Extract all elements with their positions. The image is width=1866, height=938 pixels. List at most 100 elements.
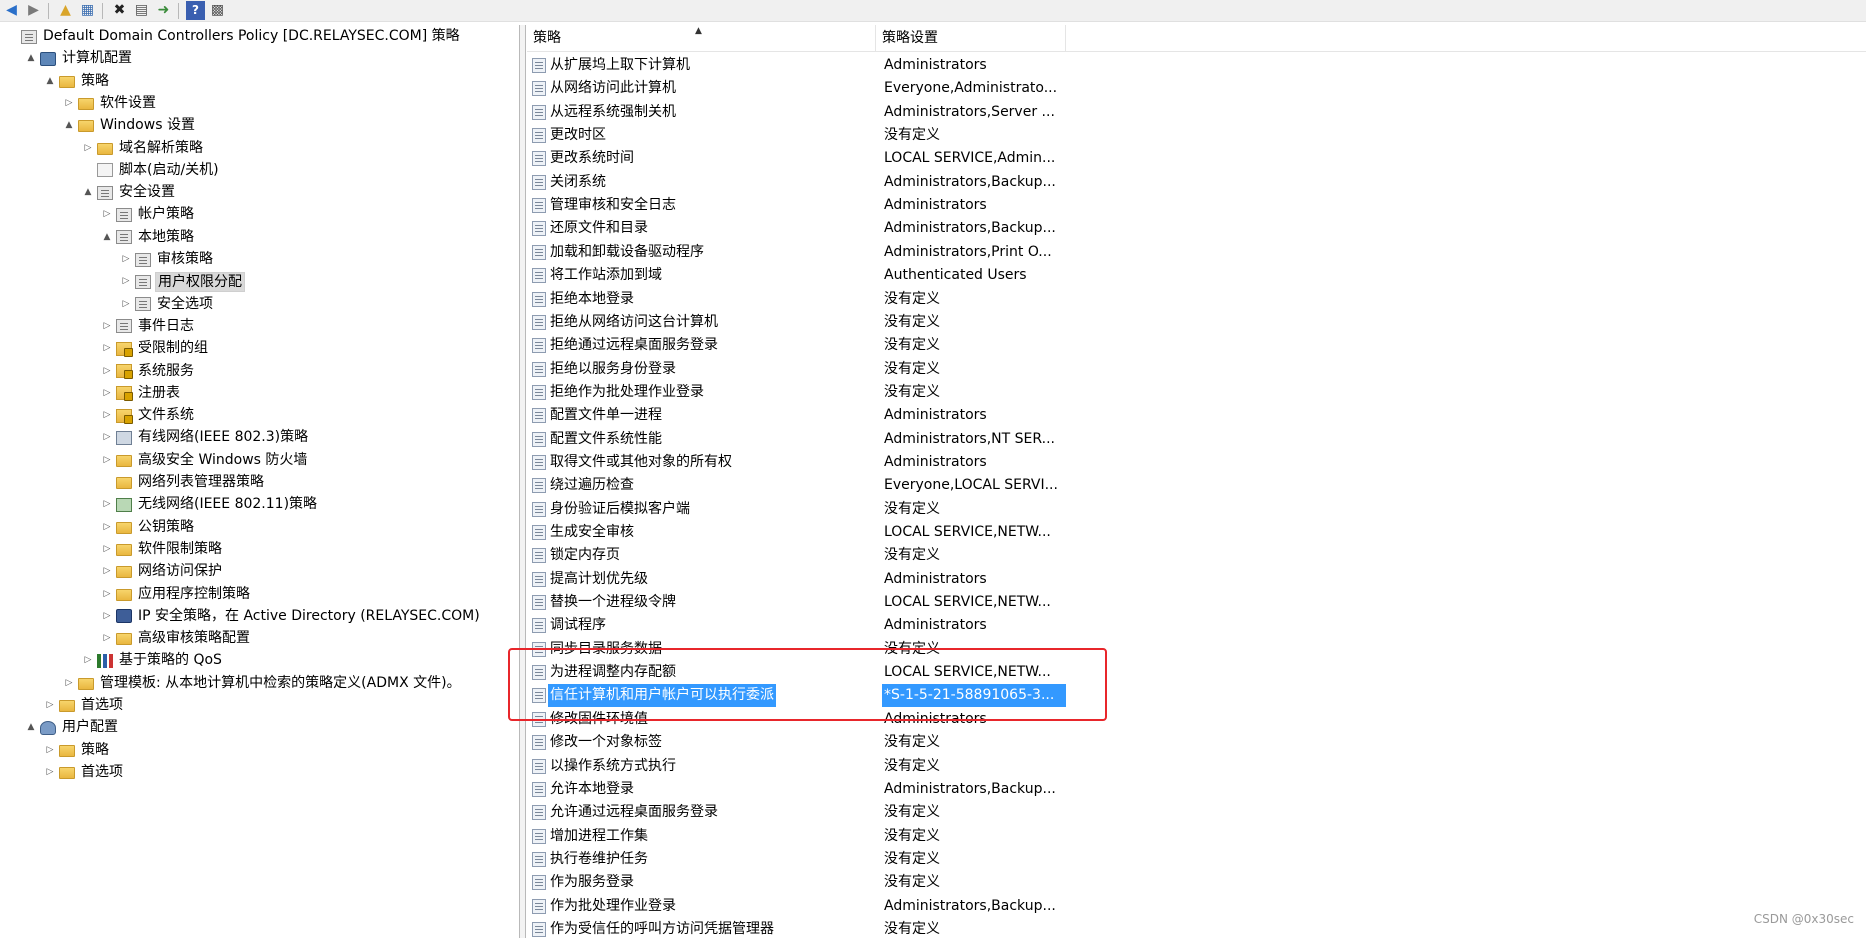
expand-arrow-icon[interactable]: ▷ — [120, 294, 132, 315]
tree-item[interactable]: ▷ 首选项 — [44, 695, 125, 716]
tree-item[interactable]: ▷ 审核策略 — [120, 249, 215, 270]
policy-row[interactable]: 调试程序 Administrators — [527, 614, 1866, 637]
expand-arrow-icon[interactable]: ▷ — [101, 204, 113, 225]
expand-arrow-icon[interactable]: ▷ — [82, 138, 94, 159]
tree-item[interactable]: ▷ 首选项 — [44, 762, 125, 783]
expand-arrow-icon[interactable]: ▷ — [101, 383, 113, 404]
policy-row[interactable]: 提高计划优先级 Administrators — [527, 568, 1866, 591]
tree-item[interactable]: ▷ 基于策略的 QoS — [82, 650, 224, 671]
policy-row[interactable]: 锁定内存页 没有定义 — [527, 544, 1866, 567]
tree-item[interactable]: ▷ 网络访问保护 — [101, 561, 224, 582]
tree-item[interactable]: ▲ 本地策略 — [101, 227, 196, 248]
expand-arrow-icon[interactable]: ▷ — [101, 405, 113, 426]
tree-item[interactable]: ▷ 软件限制策略 — [101, 539, 224, 560]
policy-row[interactable]: 加载和卸载设备驱动程序 Administrators,Print O... — [527, 241, 1866, 264]
policy-row[interactable]: 作为受信任的呼叫方访问凭据管理器 没有定义 — [527, 918, 1866, 938]
policy-row[interactable]: 替换一个进程级令牌 LOCAL SERVICE,NETW... — [527, 591, 1866, 614]
tree-item[interactable]: ▷ 高级安全 Windows 防火墙 — [101, 450, 309, 471]
policy-row[interactable]: 从远程系统强制关机 Administrators,Server ... — [527, 101, 1866, 124]
policy-row[interactable]: 管理审核和安全日志 Administrators — [527, 194, 1866, 217]
policy-row[interactable]: 更改系统时间 LOCAL SERVICE,Admin... — [527, 147, 1866, 170]
expand-arrow-icon[interactable]: ▷ — [82, 650, 94, 671]
tree-item[interactable]: ▷ 文件系统 — [101, 405, 196, 426]
policy-row[interactable]: 允许本地登录 Administrators,Backup... — [527, 778, 1866, 801]
collapse-arrow-icon[interactable]: ▲ — [101, 227, 113, 248]
tree-item[interactable]: ▷ 公钥策略 — [101, 517, 196, 538]
tree-item[interactable]: ▷ 注册表 — [101, 383, 182, 404]
tree-item[interactable]: ▲ 用户配置 — [25, 717, 120, 738]
policy-row[interactable]: 执行卷维护任务 没有定义 — [527, 848, 1866, 871]
policy-row[interactable]: 拒绝从网络访问这台计算机 没有定义 — [527, 311, 1866, 334]
policy-row[interactable]: 绕过遍历检查 Everyone,LOCAL SERVI... — [527, 474, 1866, 497]
tree-item[interactable]: ▷ 无线网络(IEEE 802.11)策略 — [101, 494, 319, 515]
back-arrow-icon[interactable]: ◀ — [2, 1, 21, 20]
collapse-arrow-icon[interactable]: ▲ — [25, 717, 37, 738]
tree-item[interactable]: ▷ 软件设置 — [63, 93, 158, 114]
tree-item[interactable]: 脚本(启动/关机) — [82, 160, 221, 181]
expand-arrow-icon[interactable]: ▷ — [101, 584, 113, 605]
expand-arrow-icon[interactable]: ▷ — [101, 539, 113, 560]
show-hide-tree-icon[interactable]: ▦ — [78, 1, 97, 20]
column-header-setting[interactable]: 策略设置 — [876, 25, 1066, 52]
policy-row[interactable]: 拒绝作为批处理作业登录 没有定义 — [527, 381, 1866, 404]
tree-item[interactable]: ▷ 管理模板: 从本地计算机中检索的策略定义(ADMX 文件)。 — [63, 673, 463, 694]
expand-arrow-icon[interactable]: ▷ — [44, 740, 56, 761]
expand-arrow-icon[interactable]: ▷ — [101, 338, 113, 359]
policy-row[interactable]: 配置文件系统性能 Administrators,NT SER... — [527, 428, 1866, 451]
forward-arrow-icon[interactable]: ▶ — [24, 1, 43, 20]
tree-item[interactable]: ▷ 策略 — [44, 740, 111, 761]
policy-row[interactable]: 配置文件单一进程 Administrators — [527, 404, 1866, 427]
tree-item[interactable]: ▷ 受限制的组 — [101, 338, 210, 359]
expand-arrow-icon[interactable]: ▷ — [120, 271, 132, 292]
expand-arrow-icon[interactable]: ▷ — [120, 249, 132, 270]
expand-arrow-icon[interactable]: ▷ — [101, 316, 113, 337]
policy-row[interactable]: 将工作站添加到域 Authenticated Users — [527, 264, 1866, 287]
tree-item[interactable]: ▷ 域名解析策略 — [82, 138, 205, 159]
tree-item[interactable]: ▷ 安全选项 — [120, 294, 215, 315]
tree-item[interactable]: ▷ 有线网络(IEEE 802.3)策略 — [101, 427, 310, 448]
policy-row[interactable]: 作为批处理作业登录 Administrators,Backup... — [527, 895, 1866, 918]
policy-row[interactable]: 关闭系统 Administrators,Backup... — [527, 171, 1866, 194]
policy-row[interactable]: 拒绝以服务身份登录 没有定义 — [527, 358, 1866, 381]
collapse-arrow-icon[interactable]: ▲ — [25, 48, 37, 69]
policy-row[interactable]: 修改一个对象标签 没有定义 — [527, 731, 1866, 754]
view-icon[interactable]: ▩ — [208, 1, 227, 20]
delete-icon[interactable]: ✖ — [110, 1, 129, 20]
collapse-arrow-icon[interactable]: ▲ — [44, 71, 56, 92]
policy-row[interactable]: 更改时区 没有定义 — [527, 124, 1866, 147]
console-tree[interactable]: Default Domain Controllers Policy [DC.RE… — [0, 25, 520, 938]
tree-item[interactable]: ▲ 安全设置 — [82, 182, 177, 203]
expand-arrow-icon[interactable]: ▷ — [101, 561, 113, 582]
tree-item[interactable]: ▷ 事件日志 — [101, 316, 196, 337]
tree-item[interactable]: ▲ 计算机配置 — [25, 48, 134, 69]
policy-row[interactable]: 从网络访问此计算机 Everyone,Administrato... — [527, 77, 1866, 100]
policy-row[interactable]: 拒绝本地登录 没有定义 — [527, 288, 1866, 311]
policy-row[interactable]: 允许通过远程桌面服务登录 没有定义 — [527, 801, 1866, 824]
tree-item[interactable]: ▲ Windows 设置 — [63, 115, 197, 136]
properties-icon[interactable]: ▤ — [132, 1, 151, 20]
up-folder-icon[interactable]: ▲ — [56, 1, 75, 20]
pane-splitter[interactable] — [520, 25, 526, 938]
expand-arrow-icon[interactable]: ▷ — [44, 695, 56, 716]
tree-item[interactable]: ▷ 用户权限分配 — [120, 271, 245, 292]
help-icon[interactable]: ? — [186, 1, 205, 20]
tree-item[interactable]: ▷ 系统服务 — [101, 361, 196, 382]
tree-item[interactable]: ▷ 帐户策略 — [101, 204, 196, 225]
expand-arrow-icon[interactable]: ▷ — [44, 762, 56, 783]
expand-arrow-icon[interactable]: ▷ — [101, 517, 113, 538]
expand-arrow-icon[interactable]: ▷ — [101, 450, 113, 471]
expand-arrow-icon[interactable]: ▷ — [101, 606, 113, 627]
expand-arrow-icon[interactable]: ▷ — [63, 673, 75, 694]
expand-arrow-icon[interactable]: ▷ — [101, 628, 113, 649]
policy-row[interactable]: 还原文件和目录 Administrators,Backup... — [527, 217, 1866, 240]
policy-row[interactable]: 身份验证后模拟客户端 没有定义 — [527, 498, 1866, 521]
policy-row[interactable]: 从扩展坞上取下计算机 Administrators — [527, 54, 1866, 77]
tree-item[interactable]: ▷ IP 安全策略，在 Active Directory (RELAYSEC.CO… — [101, 606, 482, 627]
tree-item[interactable]: ▷ 高级审核策略配置 — [101, 628, 252, 649]
collapse-arrow-icon[interactable]: ▲ — [82, 182, 94, 203]
policy-row[interactable]: 取得文件或其他对象的所有权 Administrators — [527, 451, 1866, 474]
tree-item[interactable]: ▲ 策略 — [44, 71, 111, 92]
policy-list[interactable]: 策略 ▲ 策略设置 从扩展坞上取下计算机 Administrators 从网络访问此… — [527, 25, 1866, 938]
policy-row[interactable]: 以操作系统方式执行 没有定义 — [527, 755, 1866, 778]
policy-row[interactable]: 增加进程工作集 没有定义 — [527, 825, 1866, 848]
